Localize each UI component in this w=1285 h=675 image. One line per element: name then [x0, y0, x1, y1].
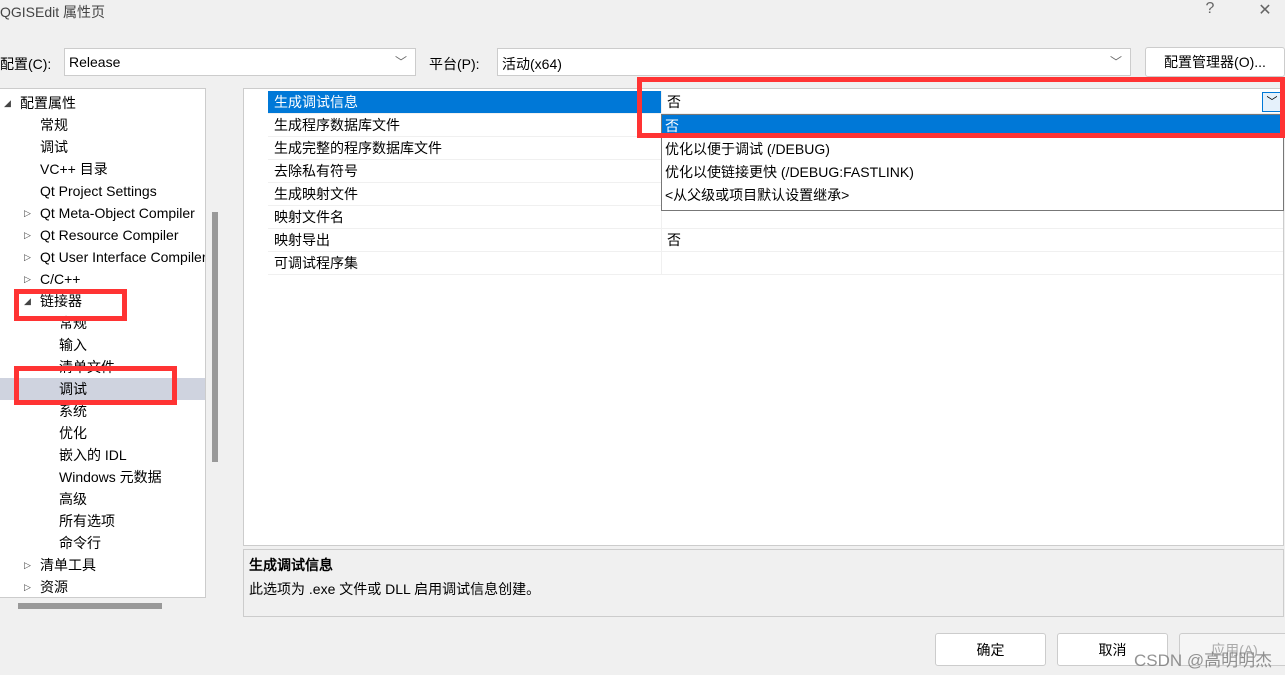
property-name: 映射导出: [268, 229, 662, 251]
tree-vertical-scrollbar[interactable]: [212, 212, 218, 462]
tree-item-label: 高级: [59, 491, 87, 507]
tree-item-label: Windows 元数据: [59, 469, 162, 485]
collapsed-arrow-icon[interactable]: ▷: [24, 202, 31, 224]
ok-button[interactable]: 确定: [935, 633, 1046, 666]
tree-item[interactable]: 优化: [0, 422, 205, 444]
config-manager-button[interactable]: 配置管理器(O)...: [1145, 47, 1285, 77]
tree-item-label: 输入: [59, 337, 87, 353]
tree-item-label: Qt User Interface Compiler: [40, 249, 206, 265]
tree-item-label: Qt Resource Compiler: [40, 227, 179, 243]
tree-item-label: 调试: [40, 139, 68, 155]
tree-item-label: 资源: [40, 579, 68, 595]
chevron-down-icon: ﹀: [1109, 55, 1122, 69]
tree-item[interactable]: ▷ Qt Meta-Object Compiler: [0, 202, 205, 224]
tree-item-label: 命令行: [59, 535, 101, 551]
platform-value: 活动(x64): [502, 56, 562, 72]
collapsed-arrow-icon[interactable]: ▷: [24, 268, 31, 290]
window-title: QGISEdit 属性页: [0, 4, 106, 20]
tree-item[interactable]: 命令行: [0, 532, 205, 554]
tree-item-label: 常规: [40, 117, 68, 133]
tree-item[interactable]: Qt Project Settings: [0, 180, 205, 202]
description-title: 生成调试信息: [249, 557, 333, 573]
property-value[interactable]: [663, 252, 1283, 274]
collapsed-arrow-icon[interactable]: ▷: [24, 576, 31, 597]
tree-item[interactable]: VC++ 目录: [0, 158, 205, 180]
dropdown-option[interactable]: 优化以使链接更快 (/DEBUG:FASTLINK): [662, 161, 1283, 184]
tree-item[interactable]: ▷ Qt Resource Compiler: [0, 224, 205, 246]
dropdown-option[interactable]: 优化以便于调试 (/DEBUG): [662, 138, 1283, 161]
tree-item[interactable]: ▷ 资源: [0, 576, 205, 597]
tree-item-label: Qt Meta-Object Compiler: [40, 205, 195, 221]
property-row[interactable]: 映射导出否: [268, 229, 1283, 252]
dropdown-option[interactable]: <从父级或项目默认设置继承>: [662, 184, 1283, 207]
highlight-box: [14, 366, 177, 405]
tree-item[interactable]: Windows 元数据: [0, 466, 205, 488]
expanded-arrow-icon[interactable]: ◢: [4, 92, 11, 114]
tree-item[interactable]: 嵌入的 IDL: [0, 444, 205, 466]
tree-item-label: Qt Project Settings: [40, 183, 157, 199]
collapsed-arrow-icon[interactable]: ▷: [24, 554, 31, 576]
highlight-box: [637, 77, 1285, 138]
property-name: 生成完整的程序数据库文件: [268, 137, 662, 159]
tree-item[interactable]: 常规: [0, 114, 205, 136]
property-name: 生成程序数据库文件: [268, 114, 662, 136]
tree-item[interactable]: 输入: [0, 334, 205, 356]
tree-item-label: C/C++: [40, 271, 81, 287]
tree-item[interactable]: 所有选项: [0, 510, 205, 532]
config-select[interactable]: Release ﹀: [64, 48, 416, 76]
tree-item[interactable]: ◢ 配置属性: [0, 92, 205, 114]
tree-item[interactable]: ▷ 清单工具: [0, 554, 205, 576]
tree-horizontal-scrollbar[interactable]: [18, 603, 162, 609]
description-panel: 生成调试信息 此选项为 .exe 文件或 DLL 启用调试信息创建。: [243, 549, 1284, 617]
property-name: 生成映射文件: [268, 183, 662, 205]
platform-select[interactable]: 活动(x64) ﹀: [497, 48, 1131, 76]
chevron-down-icon: ﹀: [394, 55, 407, 69]
help-button[interactable]: ?: [1190, 0, 1230, 22]
property-row[interactable]: 可调试程序集: [268, 252, 1283, 275]
platform-label: 平台(P):: [429, 56, 480, 72]
property-name: 映射文件名: [268, 206, 662, 228]
property-tree: ◢ 配置属性常规调试 VC++ 目录 Qt Project Settings ▷ Qt M…: [0, 88, 206, 598]
property-value[interactable]: 否: [663, 229, 1283, 251]
collapsed-arrow-icon[interactable]: ▷: [24, 224, 31, 246]
tree-item[interactable]: 高级: [0, 488, 205, 510]
tree-item-label: 配置属性: [20, 95, 76, 111]
tree-item[interactable]: ▷ Qt User Interface Compiler: [0, 246, 205, 268]
tree-item-label: 优化: [59, 425, 87, 441]
watermark: CSDN @高明明杰: [1134, 651, 1273, 670]
config-value: Release: [69, 54, 121, 70]
tree-item-label: 所有选项: [59, 513, 115, 529]
tree-item[interactable]: ▷ C/C++: [0, 268, 205, 290]
tree-item-label: 嵌入的 IDL: [59, 447, 127, 463]
highlight-box: [14, 289, 127, 321]
property-name: 可调试程序集: [268, 252, 662, 274]
tree-item-label: VC++ 目录: [40, 161, 108, 177]
property-name: 生成调试信息: [268, 91, 662, 113]
tree-item-label: 清单工具: [40, 557, 96, 573]
property-name: 去除私有符号: [268, 160, 662, 182]
description-text: 此选项为 .exe 文件或 DLL 启用调试信息创建。: [249, 581, 541, 597]
tree-item[interactable]: 调试: [0, 136, 205, 158]
config-label: 配置(C):: [0, 56, 52, 72]
collapsed-arrow-icon[interactable]: ▷: [24, 246, 31, 268]
close-button[interactable]: ✕: [1245, 0, 1285, 22]
